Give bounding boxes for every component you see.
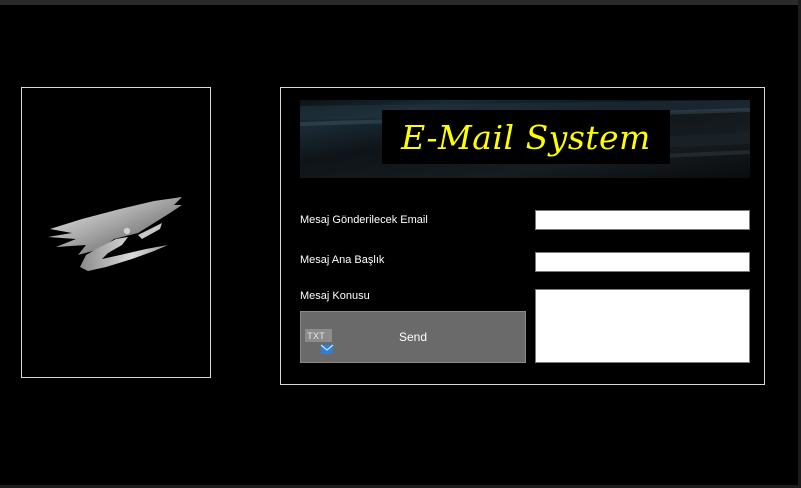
eagle-logo-icon bbox=[48, 197, 182, 271]
header-banner: E-Mail System bbox=[300, 100, 750, 178]
email-label: Mesaj Gönderilecek Email bbox=[300, 214, 428, 226]
banner-title-box: E-Mail System bbox=[382, 110, 670, 164]
message-body-field[interactable] bbox=[535, 289, 750, 363]
app-window: E-Mail System Mesaj Gönderilecek Email M… bbox=[0, 0, 801, 488]
send-button-label: Send bbox=[398, 330, 428, 344]
send-button[interactable]: TXT Send bbox=[300, 311, 526, 363]
email-field[interactable] bbox=[535, 210, 750, 230]
body-label: Mesaj Konusu bbox=[300, 290, 370, 302]
subject-field[interactable] bbox=[535, 252, 750, 272]
logo-panel bbox=[21, 87, 211, 378]
email-form-panel: E-Mail System Mesaj Gönderilecek Email M… bbox=[280, 87, 765, 385]
window-top-edge bbox=[0, 0, 801, 5]
banner-title: E-Mail System bbox=[401, 117, 651, 157]
subject-label: Mesaj Ana Başlık bbox=[300, 254, 385, 266]
